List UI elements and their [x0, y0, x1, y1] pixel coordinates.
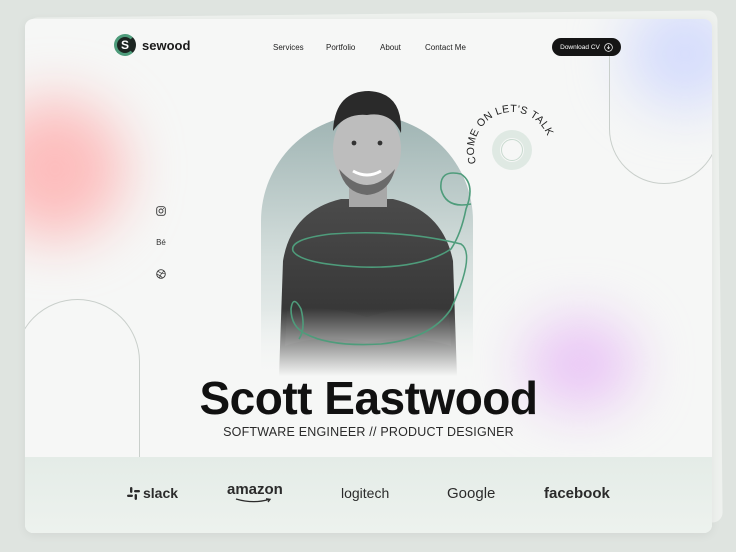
decor-blob-red: [25, 99, 125, 239]
client-logo-google: Google: [447, 485, 496, 502]
instagram-icon[interactable]: [155, 205, 167, 217]
client-logo-logitech: logitech: [341, 485, 390, 501]
decor-arch-right: [609, 39, 712, 184]
download-cv-label: Download CV: [560, 43, 600, 51]
dribbble-icon[interactable]: [155, 268, 167, 280]
nav-portfolio[interactable]: Portfolio: [326, 43, 380, 52]
download-icon: [604, 42, 613, 52]
client-logo-slack: slack: [127, 485, 178, 501]
client-name-amazon: amazon: [227, 481, 283, 498]
client-logo-facebook: facebook: [544, 485, 610, 502]
brand-logo[interactable]: S sewood: [114, 34, 190, 56]
nav-services[interactable]: Services: [273, 43, 326, 52]
nav-contact[interactable]: Contact Me: [425, 43, 466, 52]
behance-label: Bé: [156, 237, 166, 247]
client-name-slack: slack: [143, 485, 179, 501]
logo-mark-icon: S: [114, 34, 136, 56]
amazon-smile-icon: [235, 498, 272, 503]
hero-name: Scott Eastwood: [199, 372, 538, 424]
brand-name: sewood: [142, 37, 191, 53]
nav-about[interactable]: About: [380, 43, 425, 52]
main-nav: Services Portfolio About Contact Me: [273, 43, 466, 52]
download-cv-button[interactable]: Download CV: [552, 38, 621, 56]
slack-logo-icon: [127, 486, 140, 500]
hero-title: SOFTWARE ENGINEER // PRODUCT DESIGNER: [223, 425, 514, 439]
behance-icon[interactable]: Bé: [155, 236, 167, 248]
lets-talk-badge[interactable]: COME ON LET'S TALK: [458, 96, 566, 204]
client-logo-amazon: amazon: [227, 481, 283, 503]
landing-page: S sewood Services Portfolio About Contac…: [25, 19, 712, 533]
